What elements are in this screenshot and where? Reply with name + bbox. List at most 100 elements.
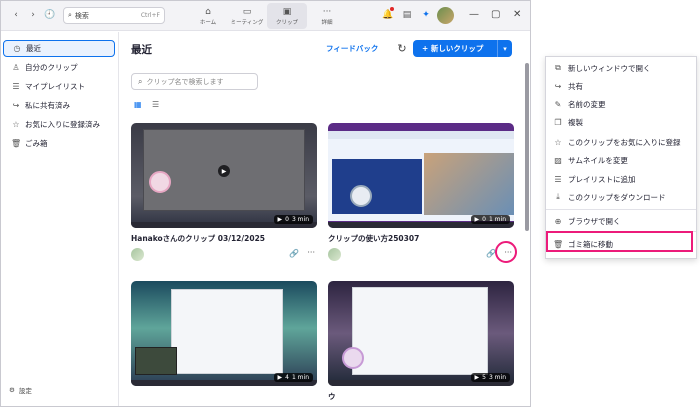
sidebar: ◷ 最近 ♙ 自分のクリップ ☰ マイプレイリスト ↪ 私に共有済み ☆ お気に… (1, 32, 119, 406)
search-label: 検索 (74, 11, 89, 20)
tab-more[interactable]: ··· 詳細 (307, 3, 347, 29)
history-icon[interactable]: 🕘 (43, 8, 57, 22)
more-options-icon[interactable]: ··· (307, 248, 315, 257)
clip-card[interactable]: ▶ 5 3 min ウ (328, 281, 514, 406)
webcam-bubble (350, 185, 372, 207)
person-icon: ♙ (12, 63, 20, 72)
playlist-icon: ☰ (554, 174, 562, 184)
download-icon: ⤓ (556, 192, 560, 201)
menu-item-favorite[interactable]: ☆ このクリップをお気に入りに登録 (553, 135, 680, 149)
new-clip-button[interactable]: + 新しいクリップ ▾ (413, 40, 512, 57)
whiteboard-icon[interactable]: ▤ (400, 8, 414, 22)
sidebar-item-shared-with-me[interactable]: ↪ 私に共有済み (3, 97, 115, 114)
play-count-icon: ▶ (277, 216, 283, 223)
menu-item-rename[interactable]: ✎ 名前の変更 (553, 97, 606, 111)
forward-icon[interactable]: › (26, 8, 40, 22)
star-icon: ☆ (12, 120, 20, 129)
gear-icon: ⚙ (9, 386, 15, 394)
list-view-icon[interactable]: ☰ (152, 100, 159, 109)
clip-thumbnail[interactable]: ▶ ▶ 0 3 min (131, 123, 317, 228)
external-window-icon: ⧉ (555, 63, 561, 72)
playlist-icon: ☰ (12, 82, 20, 91)
duplicate-icon: ❐ (554, 117, 562, 127)
close-icon[interactable]: ✕ (513, 9, 521, 20)
search-shortcut: Ctrl+F (140, 12, 160, 19)
page-title: 最近 (131, 44, 152, 56)
clip-thumbnail[interactable]: ▶ 5 3 min (328, 281, 514, 386)
webcam-bubble (135, 347, 177, 375)
menu-item-open-new-window[interactable]: ⧉ 新しいウィンドウで開く (553, 61, 650, 75)
globe-icon: ⊕ (554, 216, 562, 226)
clip-title[interactable]: Hanakoさんのクリップ 03/12/2025 (131, 233, 265, 244)
back-icon[interactable]: ‹ (9, 8, 23, 22)
owner-avatar (131, 248, 144, 261)
ai-companion-icon[interactable]: ✦ (419, 8, 433, 22)
scrollbar[interactable] (525, 63, 529, 231)
zoom-window: ‹ › 🕘 ⌕ 検索 Ctrl+F ⌂ ホーム ▭ ミーティング ▣ クリップ … (0, 0, 531, 407)
clip-card[interactable]: ▶ 0 1 min クリップの使い方250307 🔗 ··· (328, 123, 514, 263)
menu-item-add-to-playlist[interactable]: ☰ プレイリストに追加 (553, 172, 635, 186)
more-icon: ··· (322, 6, 332, 17)
clip-thumbnail[interactable]: ▶ 0 1 min (328, 123, 514, 228)
search-icon: ⌕ (68, 11, 72, 19)
clip-stats-badge: ▶ 5 3 min (470, 373, 510, 382)
grid-view-icon[interactable]: ▦ (134, 100, 142, 109)
title-bar: ‹ › 🕘 ⌕ 検索 Ctrl+F ⌂ ホーム ▭ ミーティング ▣ クリップ … (1, 1, 530, 31)
clip-search-input[interactable]: ⌕ クリップ名で検索します (131, 73, 258, 90)
clip-icon: ▣ (282, 6, 292, 17)
play-count-icon: ▶ (277, 374, 283, 381)
tab-meetings[interactable]: ▭ ミーティング (227, 3, 267, 29)
clip-title[interactable]: クリップの使い方250307 (328, 233, 419, 244)
webcam-bubble (342, 347, 364, 369)
menu-divider (546, 209, 696, 210)
webcam-bubble (149, 171, 171, 193)
search-icon: ⌕ (138, 76, 143, 86)
settings-button[interactable]: ⚙ 設定 (9, 385, 32, 395)
clip-card[interactable]: ▶ 4 1 min (131, 281, 317, 406)
minimize-icon[interactable]: — (469, 9, 479, 20)
play-icon: ▶ (218, 165, 230, 177)
annotation-circle (495, 241, 517, 263)
chevron-down-icon[interactable]: ▾ (498, 45, 512, 53)
share-icon: ↪ (12, 101, 20, 110)
play-count-icon: ▶ (474, 216, 480, 223)
image-icon: ▨ (554, 155, 562, 165)
clip-title[interactable]: ウ (328, 391, 336, 402)
tab-clips[interactable]: ▣ クリップ (267, 3, 307, 29)
sidebar-item-favorites[interactable]: ☆ お気に入りに登録済み (3, 116, 115, 133)
menu-item-share[interactable]: ↪ 共有 (553, 79, 583, 93)
menu-item-download[interactable]: ⤓ このクリップをダウンロード (553, 190, 665, 204)
sidebar-item-trash[interactable]: 🗑 ごみ箱 (3, 135, 115, 152)
clock-icon: ◷ (13, 44, 21, 53)
sidebar-item-recent[interactable]: ◷ 最近 (3, 40, 115, 57)
menu-item-open-in-browser[interactable]: ⊕ ブラウザで開く (553, 214, 621, 228)
video-icon: ▭ (242, 6, 252, 17)
global-search[interactable]: ⌕ 検索 Ctrl+F (63, 7, 165, 24)
feedback-link[interactable]: フィードバック (326, 43, 378, 54)
clip-card[interactable]: ▶ ▶ 0 3 min Hanakoさんのクリップ 03/12/2025 🔗 ·… (131, 123, 317, 263)
clip-stats-badge: ▶ 0 3 min (273, 215, 313, 224)
clip-stats-badge: ▶ 4 1 min (273, 373, 313, 382)
menu-item-change-thumbnail[interactable]: ▨ サムネイルを変更 (553, 153, 628, 167)
pencil-icon: ✎ (554, 99, 562, 109)
play-count-icon: ▶ (474, 374, 480, 381)
annotation-highlight-box (546, 231, 693, 252)
copy-link-icon[interactable]: 🔗 (289, 249, 299, 258)
trash-icon: 🗑 (11, 139, 22, 148)
clip-thumbnail[interactable]: ▶ 4 1 min (131, 281, 317, 386)
refresh-icon[interactable]: ↻ (394, 40, 410, 56)
star-icon: ☆ (554, 137, 562, 147)
share-icon: ↪ (554, 81, 562, 91)
clip-stats-badge: ▶ 0 1 min (470, 215, 510, 224)
avatar[interactable] (437, 7, 454, 24)
owner-avatar (328, 248, 341, 261)
tab-home[interactable]: ⌂ ホーム (188, 3, 228, 29)
sidebar-item-my-clips[interactable]: ♙ 自分のクリップ (3, 59, 115, 76)
menu-item-duplicate[interactable]: ❐ 複製 (553, 115, 583, 129)
home-icon: ⌂ (205, 6, 211, 17)
notification-dot (390, 7, 394, 11)
maximize-icon[interactable]: ▢ (491, 9, 500, 20)
main-content: 最近 フィードバック ↻ + 新しいクリップ ▾ ⌕ クリップ名で検索します ▦… (120, 32, 530, 406)
sidebar-item-my-playlists[interactable]: ☰ マイプレイリスト (3, 78, 115, 95)
context-menu: ⧉ 新しいウィンドウで開く ↪ 共有 ✎ 名前の変更 ❐ 複製 ☆ このクリップ… (545, 56, 697, 259)
